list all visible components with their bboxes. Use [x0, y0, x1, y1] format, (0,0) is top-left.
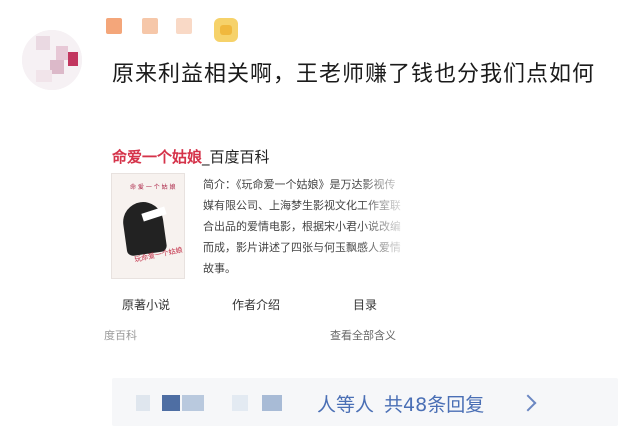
tab-original-novel[interactable]: 原著小说	[122, 296, 170, 313]
replies-bar[interactable]: 人等人 共48条回复	[112, 378, 618, 426]
card-right-fade	[400, 140, 430, 355]
avatar-pixel	[36, 36, 50, 50]
reply-user-pixel	[162, 395, 180, 411]
reply-user-pixel	[262, 395, 282, 411]
chevron-right-icon[interactable]	[519, 394, 537, 412]
reply-count[interactable]: 共48条回复	[384, 394, 484, 416]
avatar-pixel	[68, 52, 78, 66]
tab-author-intro[interactable]: 作者介绍	[232, 296, 280, 313]
avatar[interactable]	[22, 30, 82, 90]
baike-title-main: 命爱一个姑娘	[112, 148, 203, 166]
tab-contents[interactable]: 目录	[353, 296, 377, 313]
cover-title: 命 爱 一 个 姑 娘	[130, 184, 176, 191]
level-badge-icon	[214, 18, 238, 42]
username-pixel[interactable]	[176, 18, 192, 34]
baike-source-label: 度百科	[104, 329, 137, 342]
username-pixel[interactable]	[106, 18, 122, 34]
avatar-pixel	[36, 70, 52, 82]
avatar-pixel	[56, 46, 68, 60]
avatar-pixel	[50, 60, 64, 74]
baike-title-suffix: _百度百科	[202, 148, 270, 166]
reply-user-pixel	[136, 395, 150, 411]
comment-text: 原来利益相关啊，王老师赚了钱也分我们点如何	[112, 62, 596, 87]
reply-summary: 人等人 共48条回复	[317, 390, 484, 417]
reply-user-pixel	[182, 395, 204, 411]
reply-user-pixel	[232, 395, 248, 411]
reply-names-suffix: 人等人	[317, 394, 375, 416]
view-all-meanings-link[interactable]: 查看全部含义	[330, 327, 396, 343]
username-pixel[interactable]	[142, 18, 158, 34]
baike-card-title[interactable]: 命爱一个姑娘_百度百科	[112, 146, 270, 167]
book-cover-image[interactable]: 命 爱 一 个 姑 娘 玩命爱一个姑娘	[112, 174, 184, 278]
